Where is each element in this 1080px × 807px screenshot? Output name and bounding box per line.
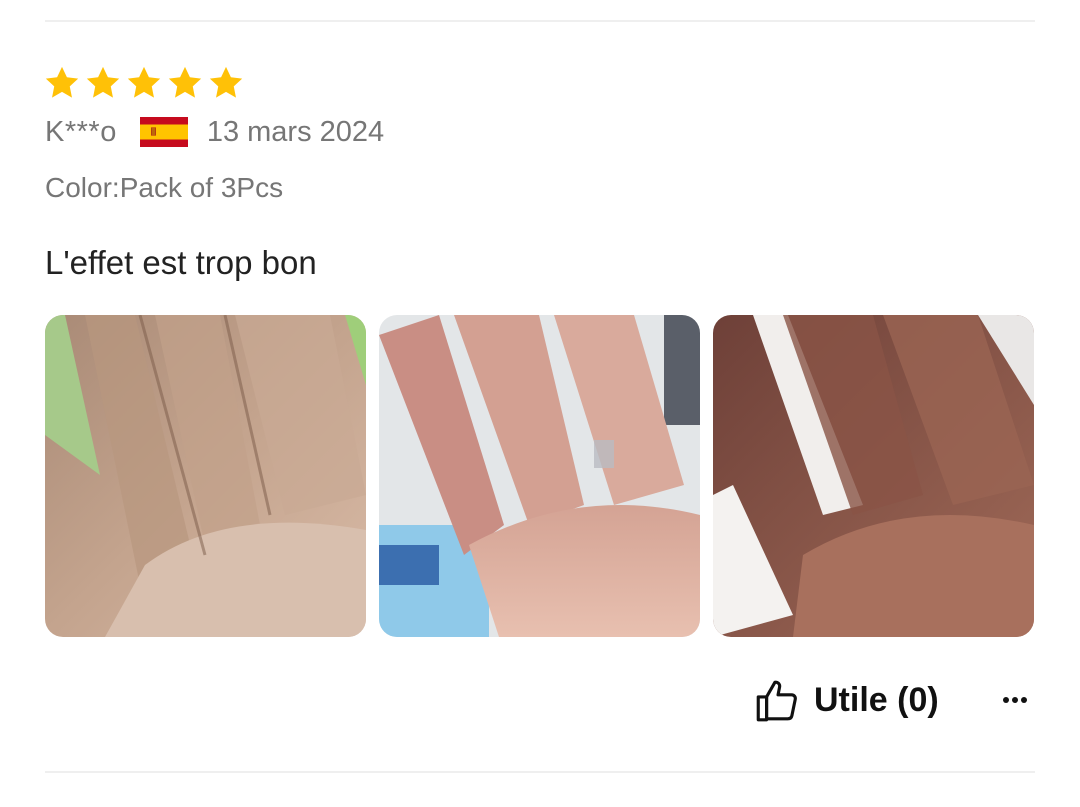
helpful-button[interactable]: Utile (0) bbox=[752, 672, 939, 728]
star-icon bbox=[86, 66, 120, 98]
reviewer-name: K***o bbox=[45, 115, 117, 148]
helpful-label: Utile (0) bbox=[814, 680, 939, 719]
thumbs-up-icon bbox=[756, 680, 797, 722]
star-icon bbox=[168, 66, 202, 98]
bottom-divider bbox=[45, 771, 1035, 773]
star-icon bbox=[209, 66, 243, 98]
review-date: 13 mars 2024 bbox=[206, 115, 385, 148]
star-icon bbox=[45, 66, 79, 98]
review-text: L'effet est trop bon bbox=[45, 244, 317, 281]
review-photo-hand-3 bbox=[713, 315, 1034, 637]
review-actions: Utile (0) bbox=[0, 672, 1080, 728]
review-photo-hand-1 bbox=[45, 315, 366, 637]
review-photo[interactable] bbox=[45, 315, 366, 637]
spain-flag-icon bbox=[139, 117, 188, 147]
top-divider bbox=[45, 20, 1035, 22]
product-variant: Color:Pack of 3Pcs bbox=[45, 172, 284, 203]
more-options-icon bbox=[1003, 697, 1027, 703]
more-options-button[interactable] bbox=[995, 672, 1035, 728]
review-photo[interactable] bbox=[713, 315, 1034, 637]
review-meta: K***o 13 mars 2024 bbox=[45, 112, 384, 152]
star-rating bbox=[43, 64, 245, 102]
review-photo-hand-2 bbox=[379, 315, 700, 637]
star-icon bbox=[127, 66, 161, 98]
review-photos bbox=[45, 315, 1034, 637]
review-photo[interactable] bbox=[379, 315, 700, 637]
